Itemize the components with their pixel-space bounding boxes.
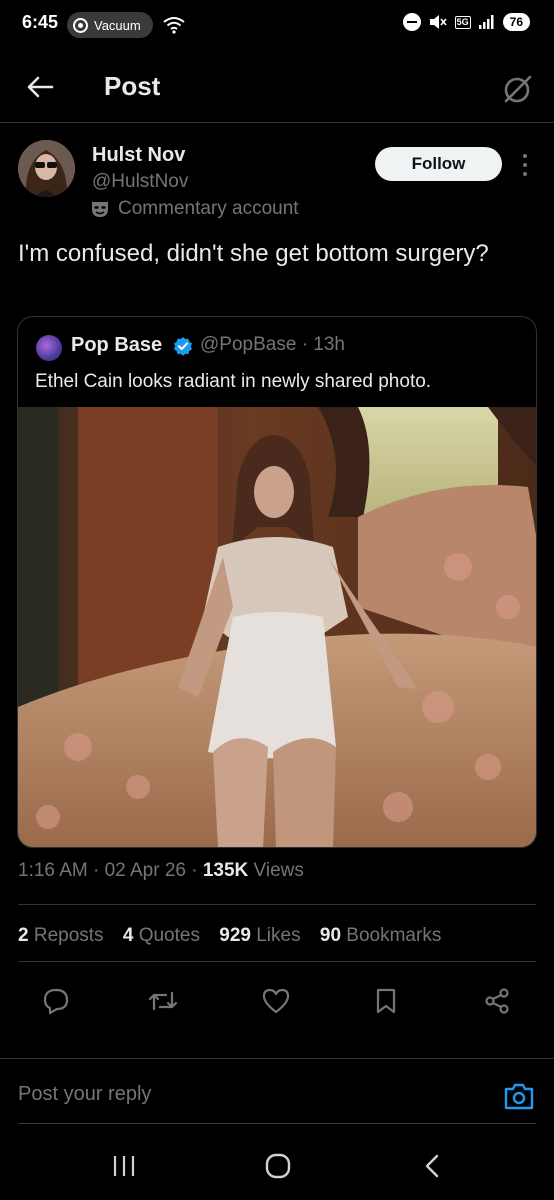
like-button[interactable] bbox=[256, 981, 296, 1021]
more-dot-icon bbox=[523, 163, 527, 167]
views-label: Views bbox=[253, 860, 304, 881]
network-badge: 5G bbox=[454, 15, 471, 29]
camera-button[interactable] bbox=[503, 1081, 535, 1111]
battery-indicator: 76 bbox=[502, 13, 530, 31]
verified-badge-icon bbox=[174, 337, 192, 356]
quote-time: 13h bbox=[313, 334, 345, 355]
post-time: 1:16 AM bbox=[18, 860, 88, 881]
bookmark-icon bbox=[376, 988, 396, 1014]
mute-icon bbox=[429, 15, 447, 29]
back-button[interactable] bbox=[22, 69, 58, 105]
meta-separator: · bbox=[191, 860, 198, 881]
like-icon bbox=[262, 988, 290, 1014]
status-bar: 6:45 Vacuum 5G 76 bbox=[0, 0, 554, 50]
views-count: 135K bbox=[202, 860, 249, 881]
app-header: Post bbox=[0, 55, 554, 123]
dnd-icon bbox=[402, 13, 421, 31]
reply-underline bbox=[18, 1123, 536, 1124]
back-nav-button[interactable] bbox=[413, 1150, 453, 1182]
vacuum-label: Vacuum bbox=[94, 17, 141, 33]
more-options-button[interactable] bbox=[516, 151, 534, 179]
more-dot-icon bbox=[523, 154, 527, 158]
author-handle[interactable]: @HulstNov bbox=[92, 171, 188, 193]
divider bbox=[18, 961, 536, 962]
quoted-post[interactable]: Pop Base @PopBase · 13h Ethel Cain looks… bbox=[17, 316, 537, 848]
wifi-icon bbox=[163, 17, 185, 34]
chevron-left-icon bbox=[425, 1154, 439, 1178]
quote-author-avatar bbox=[36, 335, 62, 361]
recent-apps-button[interactable] bbox=[104, 1150, 144, 1182]
quote-text: Ethel Cain looks radiant in newly shared… bbox=[35, 371, 432, 392]
divider bbox=[18, 904, 536, 905]
repost-icon bbox=[148, 991, 178, 1011]
likes-stat[interactable]: 929 Likes bbox=[219, 925, 300, 946]
home-icon bbox=[265, 1153, 291, 1179]
mask-icon bbox=[92, 202, 108, 217]
record-icon bbox=[73, 17, 88, 33]
camera-icon bbox=[504, 1083, 534, 1110]
arrow-left-icon bbox=[27, 76, 54, 98]
reply-bar: Post your reply bbox=[0, 1058, 554, 1124]
account-label: Commentary account bbox=[90, 198, 299, 220]
home-button[interactable] bbox=[258, 1150, 298, 1182]
system-nav-bar bbox=[0, 1130, 554, 1200]
reposts-stat[interactable]: 2 Reposts bbox=[18, 925, 104, 946]
page-title: Post bbox=[104, 71, 161, 101]
quote-separator: · bbox=[301, 334, 309, 355]
account-label-text: Commentary account bbox=[118, 198, 299, 219]
quote-author-handle: @PopBase bbox=[200, 334, 297, 355]
tweet-text: I'm confused, didn't she get bottom surg… bbox=[18, 240, 489, 267]
recent-apps-icon bbox=[113, 1156, 135, 1176]
quote-photo[interactable] bbox=[18, 407, 536, 847]
author-name[interactable]: Hulst Nov bbox=[92, 144, 185, 167]
repost-button[interactable] bbox=[143, 981, 183, 1021]
follow-button[interactable]: Follow bbox=[375, 147, 502, 181]
quote-author-name: Pop Base bbox=[71, 334, 163, 356]
reply-icon bbox=[43, 988, 69, 1015]
author-avatar[interactable] bbox=[18, 140, 75, 197]
post-date: 02 Apr 26 bbox=[104, 860, 186, 881]
signal-icon bbox=[478, 15, 494, 29]
share-icon bbox=[485, 988, 509, 1014]
grok-icon bbox=[504, 75, 532, 103]
vacuum-pill[interactable]: Vacuum bbox=[67, 12, 153, 38]
share-button[interactable] bbox=[477, 981, 517, 1021]
quote-handle-line: @PopBase · 13h bbox=[200, 334, 345, 356]
bookmarks-stat[interactable]: 90 Bookmarks bbox=[320, 925, 441, 946]
more-dot-icon bbox=[523, 172, 527, 176]
action-bar bbox=[0, 981, 554, 1021]
quotes-stat[interactable]: 4 Quotes bbox=[123, 925, 200, 946]
post-meta: 1:16 AM · 02 Apr 26 · 135K Views bbox=[18, 860, 304, 882]
reply-button[interactable] bbox=[36, 981, 76, 1021]
reply-input[interactable]: Post your reply bbox=[18, 1083, 151, 1106]
grok-button[interactable] bbox=[498, 69, 538, 109]
engagement-stats: 2 Reposts 4 Quotes 929 Likes 90 Bookmark… bbox=[18, 925, 441, 947]
status-time: 6:45 bbox=[22, 12, 59, 32]
meta-separator: · bbox=[93, 860, 100, 881]
bookmark-button[interactable] bbox=[366, 981, 406, 1021]
